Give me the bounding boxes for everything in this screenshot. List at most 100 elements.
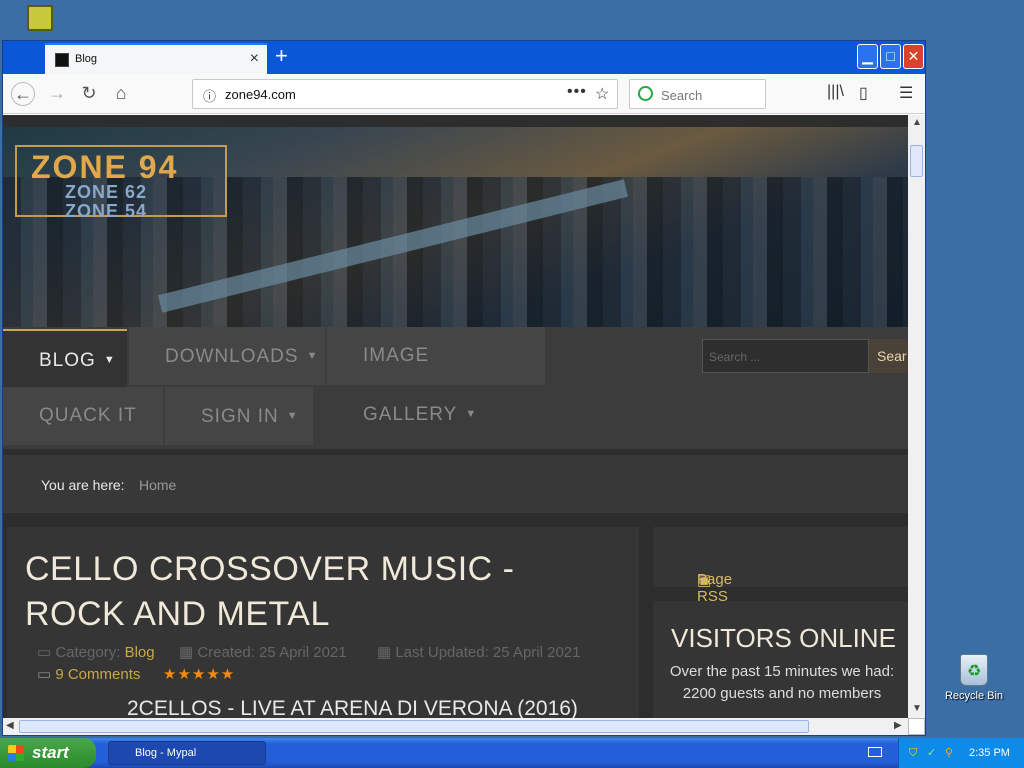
vertical-scrollbar[interactable]: ▲ ▼	[908, 115, 925, 718]
article: CELLO CROSSOVER MUSIC - ROCK AND METAL ▭…	[7, 527, 639, 718]
chevron-down-icon: ▼	[103, 354, 116, 366]
search-tray-icon[interactable]: ⚲	[945, 738, 953, 768]
recycle-bin-label: Recycle Bin	[944, 690, 1004, 702]
desktop-app-icon[interactable]	[27, 5, 53, 31]
calendar-icon: ▦	[377, 644, 396, 661]
horizontal-scroll-thumb[interactable]	[19, 720, 809, 733]
article-created: ▦ Created: 25 April 2021	[179, 643, 347, 661]
site-logo[interactable]: ZONE 94 ZONE 62 ZONE 54	[15, 145, 227, 221]
visitors-title: VISITORS ONLINE	[671, 623, 896, 653]
start-label: start	[32, 743, 69, 762]
back-button[interactable]: ←	[11, 82, 35, 106]
article-title[interactable]: CELLO CROSSOVER MUSIC - ROCK AND METAL	[25, 547, 585, 637]
logo-sub: ZONE 62 ZONE 54	[65, 183, 147, 221]
url-bar[interactable]: ⓘ zone94.com ••• ☆	[192, 79, 618, 109]
comments-link[interactable]: ▭ 9 Comments	[37, 665, 140, 683]
windows-logo-icon	[8, 745, 24, 761]
system-tray: ⛉ ✓ ⚲ 2:35 PM	[898, 738, 1024, 768]
category-label: Category:	[55, 644, 121, 661]
start-button[interactable]: start	[0, 738, 96, 768]
logo-sub-2: ZONE 54	[65, 201, 148, 221]
menu-quack-label: QUACK IT	[39, 405, 137, 426]
menu-blog-label: BLOG	[39, 350, 96, 371]
page-actions-icon[interactable]: •••	[567, 83, 587, 101]
site-banner: ZONE 94 ZONE 62 ZONE 54	[3, 127, 908, 327]
reload-button[interactable]: ↻	[77, 82, 101, 106]
horizontal-scrollbar[interactable]: ◀ ▶	[3, 718, 908, 735]
site-search-placeholder: Search ...	[709, 350, 761, 364]
tab-blog[interactable]: Blog ×	[45, 43, 267, 74]
tab-title: Blog	[75, 53, 98, 65]
menu-item-image-gallery[interactable]: IMAGE GALLERY ▼	[327, 327, 545, 425]
forward-button[interactable]: →	[45, 82, 69, 106]
vertical-scroll-thumb[interactable]	[910, 145, 923, 177]
site-menu: BLOG ▼ DOWNLOADS ▼ IMAGE GALLERY ▼ Search .…	[3, 327, 908, 449]
menu-signin-label: SIGN IN	[201, 406, 279, 427]
category-link[interactable]: Blog	[125, 644, 155, 661]
taskbar-item-label: Blog - Mypal	[135, 747, 197, 759]
home-button[interactable]: ⌂	[109, 82, 133, 106]
comment-icon: ▭	[37, 666, 56, 683]
shield-icon[interactable]: ⛉	[909, 738, 917, 768]
folder-icon: ▭	[37, 644, 56, 661]
bookmark-star-icon[interactable]: ☆	[595, 84, 609, 104]
navigation-toolbar: ← → ↻ ⌂ ⓘ zone94.com ••• ☆ Search |||\ ▯…	[3, 74, 925, 114]
chevron-down-icon: ▼	[306, 350, 319, 362]
scroll-right-icon[interactable]: ▶	[894, 720, 902, 731]
new-tab-button[interactable]: +	[275, 43, 288, 69]
close-window-button[interactable]: ✕	[903, 44, 924, 69]
menu-item-blog[interactable]: BLOG ▼	[3, 329, 127, 387]
scroll-left-icon[interactable]: ◀	[6, 720, 14, 731]
rss-box: ▣ Page RSS 2.0 Feed	[653, 527, 908, 639]
menu-icon[interactable]: ☰	[899, 83, 913, 103]
minimize-button[interactable]: ▁	[857, 44, 878, 69]
maximize-button[interactable]: □	[880, 44, 901, 69]
scroll-down-icon[interactable]: ▼	[912, 703, 922, 714]
url-text[interactable]: zone94.com	[225, 87, 296, 102]
network-icon[interactable]: ✓	[927, 738, 936, 768]
updated-date: Last Updated: 25 April 2021	[395, 644, 581, 661]
keyboard-icon[interactable]	[868, 747, 882, 757]
sidebar-icon[interactable]: ▯	[859, 83, 868, 103]
visitors-text: Over the past 15 minutes we had: 2200 gu…	[669, 663, 895, 702]
taskbar-item-browser[interactable]: Blog - Mypal	[108, 741, 266, 765]
breadcrumb-label: You are here:	[41, 477, 125, 493]
site-search-button[interactable]: Sear	[869, 339, 908, 373]
chevron-down-icon: ▼	[286, 410, 299, 422]
browser-window: Blog × + ▁ □ ✕ ← → ↻ ⌂ ⓘ zone94.com ••• …	[2, 40, 926, 736]
menu-downloads-label: DOWNLOADS	[165, 346, 299, 367]
logo-main: ZONE 94	[31, 149, 179, 185]
clock[interactable]: 2:35 PM	[969, 738, 1010, 768]
library-icon[interactable]: |||\	[827, 83, 844, 101]
breadcrumb-home[interactable]: Home	[139, 477, 176, 493]
breadcrumb: You are here: Home	[3, 455, 908, 513]
site-info-icon[interactable]: ⓘ	[203, 86, 216, 105]
visitors-box: VISITORS ONLINE Over the past 15 minutes…	[653, 601, 908, 718]
menu-gallery-label: IMAGE GALLERY	[363, 345, 458, 425]
scroll-up-icon[interactable]: ▲	[912, 117, 922, 128]
logo-sub-1: ZONE 62	[65, 182, 148, 202]
recycle-bin[interactable]: Recycle Bin	[940, 654, 1008, 702]
menu-item-quack-it[interactable]: QUACK IT	[3, 387, 163, 445]
scroll-corner	[908, 718, 925, 735]
chevron-down-icon: ▼	[465, 408, 478, 420]
search-placeholder: Search	[661, 88, 703, 103]
calendar-icon: ▦	[179, 644, 198, 661]
tab-favicon-icon	[55, 53, 69, 67]
close-tab-icon[interactable]: ×	[250, 50, 259, 68]
article-category: ▭ Category: Blog	[37, 643, 155, 661]
rating-stars[interactable]: ★★★★★	[163, 665, 235, 683]
title-bar: Blog × + ▁ □ ✕	[3, 41, 925, 74]
article-subtitle: 2CELLOS - LIVE AT ARENA DI VERONA (2016)	[127, 697, 578, 718]
menu-item-sign-in[interactable]: SIGN IN ▼	[165, 387, 313, 445]
search-box[interactable]: Search	[629, 79, 766, 109]
created-date: Created: 25 April 2021	[197, 644, 347, 661]
menu-item-downloads[interactable]: DOWNLOADS ▼	[129, 327, 325, 385]
comments-label: 9 Comments	[55, 666, 141, 683]
article-updated: ▦ Last Updated: 25 April 2021	[377, 643, 580, 661]
search-engine-icon	[638, 86, 653, 101]
recycle-bin-icon	[960, 654, 988, 686]
site-search-input[interactable]: Search ...	[702, 339, 869, 373]
taskbar: start Blog - Mypal ⛉ ✓ ⚲ 2:35 PM	[0, 738, 1024, 768]
page-content: ZONE 94 ZONE 62 ZONE 54 BLOG ▼ DOWNLOADS ▼…	[3, 115, 908, 718]
